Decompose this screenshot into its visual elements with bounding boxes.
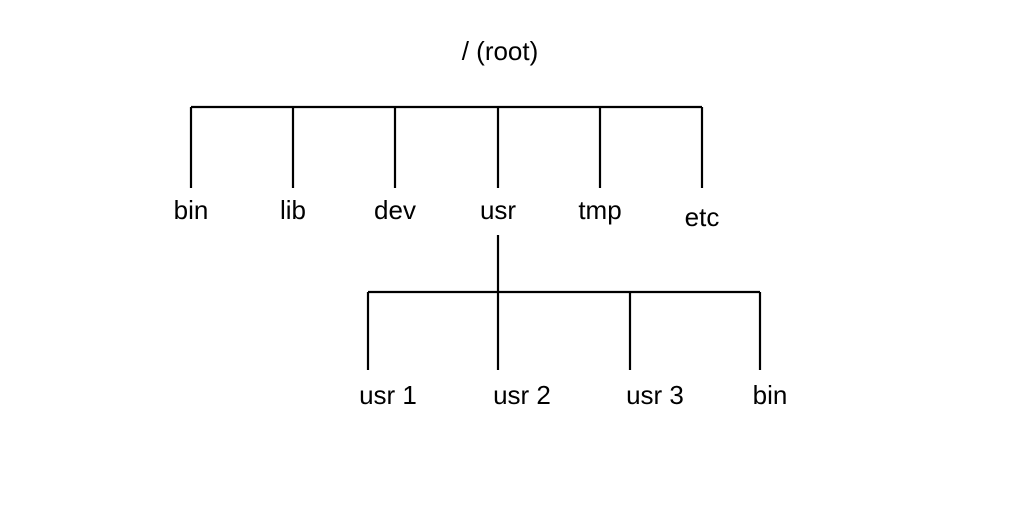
node-usr3: usr 3 <box>626 380 684 411</box>
node-root: / (root) <box>462 36 539 67</box>
node-etc: etc <box>685 202 720 233</box>
filesystem-tree-diagram: / (root) bin lib dev usr tmp etc usr 1 u… <box>0 0 1024 512</box>
node-lib: lib <box>280 195 306 226</box>
node-dev: dev <box>374 195 416 226</box>
node-bin: bin <box>174 195 209 226</box>
node-usr1: usr 1 <box>359 380 417 411</box>
connector-lines <box>0 0 1024 512</box>
node-usr: usr <box>480 195 516 226</box>
node-usr2: usr 2 <box>493 380 551 411</box>
node-tmp: tmp <box>578 195 621 226</box>
node-usr-bin: bin <box>753 380 788 411</box>
